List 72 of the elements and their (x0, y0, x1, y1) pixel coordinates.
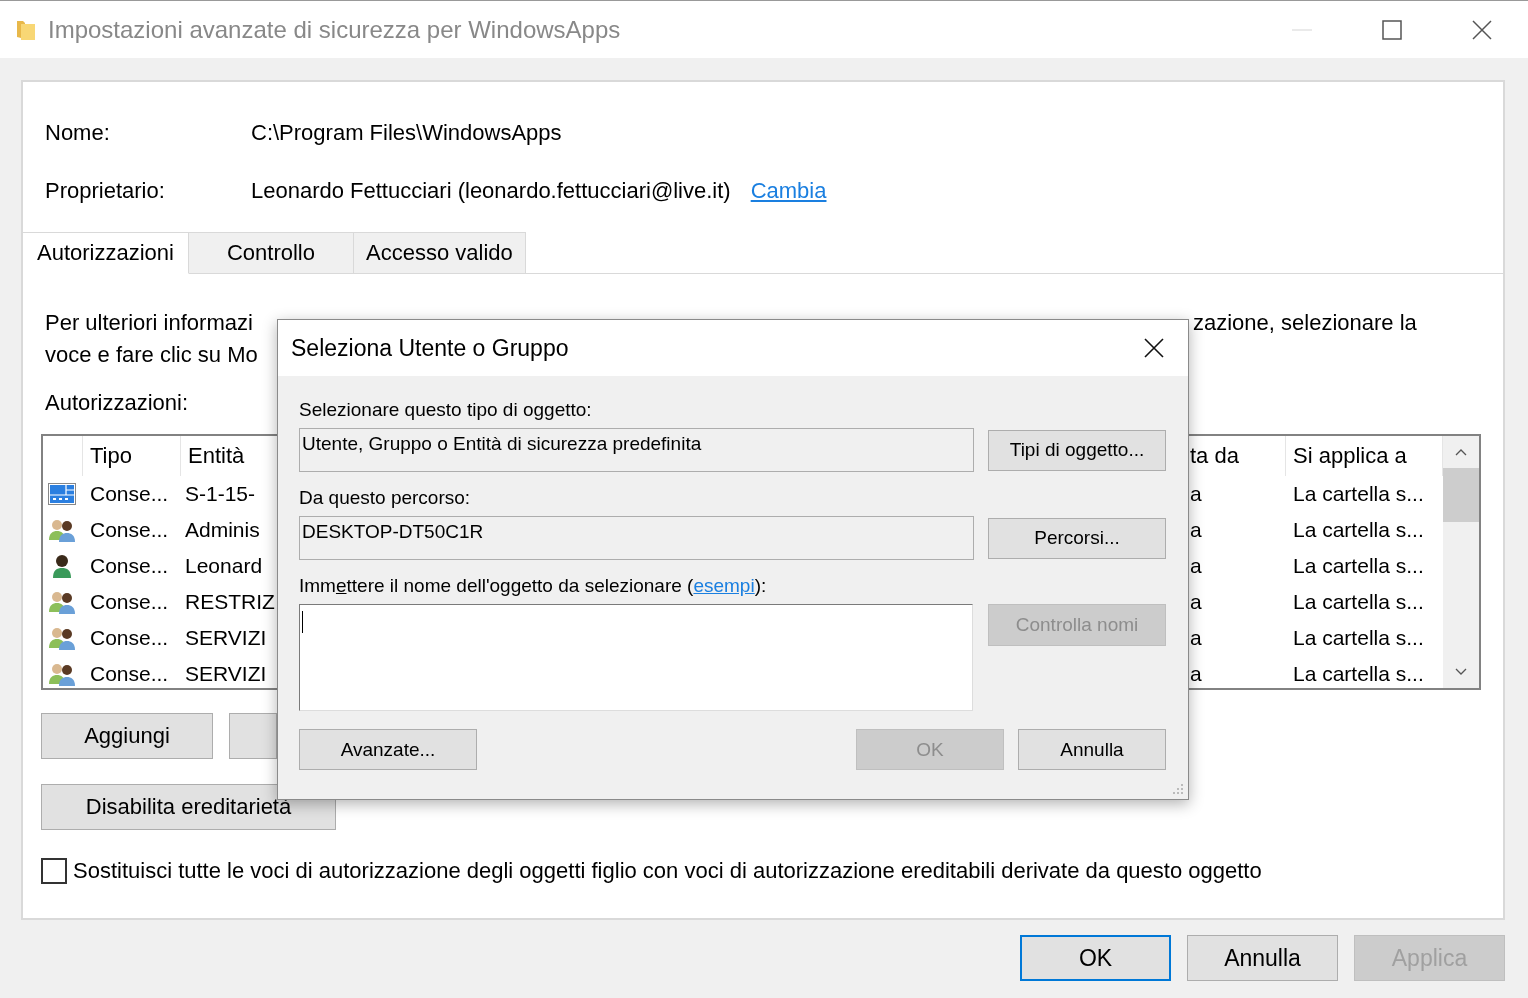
app-icon (48, 482, 76, 506)
scroll-thumb[interactable] (1443, 468, 1479, 522)
table-cell-text: a (1189, 589, 1203, 615)
table-cell-text: Conse... (89, 661, 170, 687)
location-field: DESKTOP-DT50C1R (299, 516, 974, 560)
field-label: Proprietario: (45, 178, 166, 204)
dialog-button[interactable]: OK (1020, 935, 1171, 981)
table-cell-text: SERVIZI (184, 661, 268, 687)
table-cell-text: S-1-15- (184, 481, 257, 507)
user-group-icon (48, 626, 76, 650)
table-cell-text: Leonard (184, 553, 264, 579)
scrollbar[interactable] (1443, 436, 1479, 688)
field-value: Leonardo Fettucciari (leonardo.fettucciari@live.it) (251, 178, 731, 204)
field-label: Nome: (45, 120, 111, 146)
dialog-button[interactable]: Annulla (1018, 729, 1166, 770)
object-name-input[interactable] (299, 604, 973, 711)
scroll-down-icon[interactable] (1455, 668, 1467, 676)
column-header[interactable]: Tipo (83, 436, 181, 476)
field-label: Immettere il nome dell'oggetto da selezionare (esempi): (299, 574, 768, 598)
field-value: C:\Program Files\WindowsApps (251, 120, 562, 146)
dialog-button[interactable]: Annulla (1187, 935, 1338, 981)
table-cell-text: La cartella s... (1292, 517, 1425, 543)
close-icon[interactable] (1472, 19, 1492, 40)
close-icon[interactable] (1144, 338, 1164, 358)
table-cell-text: Conse... (89, 553, 170, 579)
user-group-icon (48, 590, 76, 614)
folder-icon (16, 18, 36, 41)
table-cell-text: La cartella s... (1292, 481, 1425, 507)
table-cell-text: a (1189, 553, 1203, 579)
info-text: voce e fare clic su Mo (45, 342, 259, 368)
maximize-icon[interactable] (1382, 19, 1402, 40)
table-cell-text: Adminis (184, 517, 261, 543)
checkbox[interactable] (41, 858, 67, 884)
advanced-button[interactable]: Avanzate... (299, 729, 477, 770)
tab[interactable]: Accesso valido (354, 232, 526, 274)
tab[interactable]: Controllo (188, 232, 354, 274)
table-cell-text: a (1189, 661, 1203, 687)
table-cell-text: Conse... (89, 625, 170, 651)
user-group-icon (48, 518, 76, 542)
dialog-title: Seleziona Utente o Gruppo (291, 334, 569, 362)
table-cell-text: La cartella s... (1292, 625, 1425, 651)
info-text: zazione, selezionare la (1193, 310, 1418, 336)
remove-button[interactable] (229, 713, 277, 759)
table-cell-text: La cartella s... (1292, 661, 1425, 687)
resize-grip-icon[interactable] (1172, 783, 1184, 795)
table-cell-text: RESTRIZ (184, 589, 276, 615)
table-cell-text: La cartella s... (1292, 589, 1425, 615)
table-cell-text: a (1189, 625, 1203, 651)
examples-link[interactable]: esempi (693, 575, 755, 596)
field-label: Da questo percorso: (299, 486, 472, 510)
table-cell-text: Conse... (89, 589, 170, 615)
permissions-label: Autorizzazioni: (44, 390, 189, 417)
table-cell-text: Conse... (89, 481, 170, 507)
table-cell-text: a (1189, 517, 1203, 543)
scroll-up-icon[interactable] (1455, 448, 1467, 456)
add-button[interactable]: Aggiungi (41, 713, 213, 759)
column-header[interactable]: Entità (181, 436, 277, 476)
window-title: Impostazioni avanzate di sicurezza per WindowsApps (48, 15, 621, 44)
object-types-button[interactable]: Tipi di oggetto... (988, 429, 1166, 471)
disable-inheritance-button[interactable]: Disabilita ereditarietà (41, 784, 336, 830)
table-cell-text: SERVIZI (184, 625, 268, 651)
user-group-icon (48, 662, 76, 686)
field-label: Selezionare questo tipo di oggetto: (299, 398, 593, 422)
table-cell-text: a (1189, 481, 1203, 507)
info-text: Per ulteriori informazi (45, 310, 254, 336)
object-type-field: Utente, Gruppo o Entità di sicurezza predefinita (299, 428, 974, 472)
change-link[interactable]: Cambia (750, 178, 827, 204)
table-cell-text: Conse... (89, 517, 170, 543)
table-cell-text: La cartella s... (1292, 553, 1425, 579)
locations-button[interactable]: Percorsi... (988, 517, 1166, 559)
tab[interactable]: Autorizzazioni (23, 232, 189, 274)
checkbox-label[interactable]: Sostituisci tutte le voci di autorizzazione degli oggetti figlio con voci di autorizzazione ereditabili derivate da questo oggetto (73, 858, 1262, 884)
